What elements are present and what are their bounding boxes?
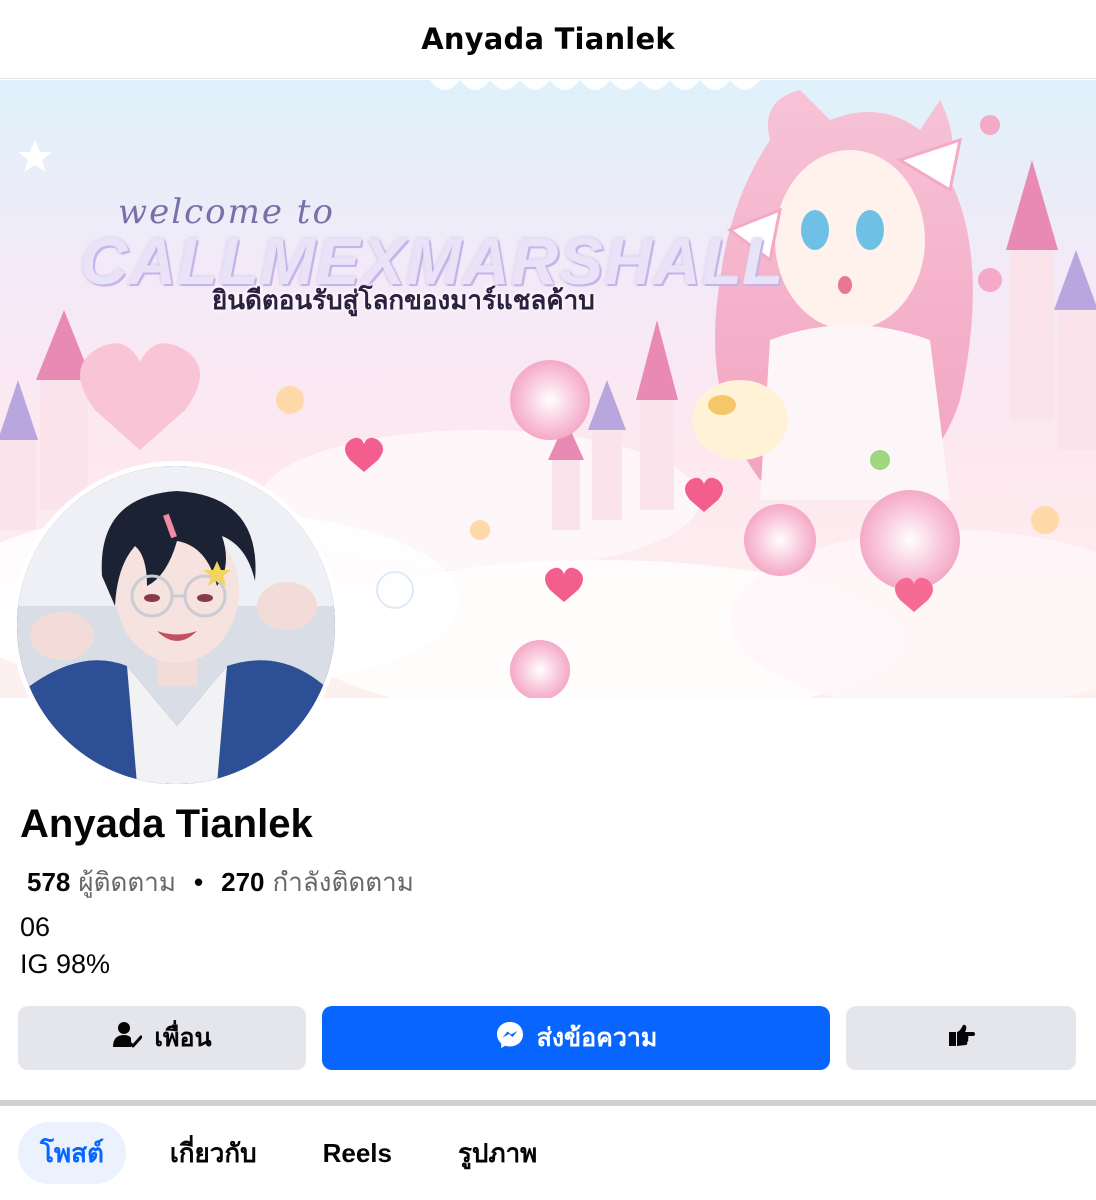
hand-pointing-icon (946, 1020, 976, 1057)
profile-name: Anyada Tianlek (20, 802, 313, 846)
following-label[interactable]: กำลังติดตาม (273, 862, 414, 903)
friends-button-label: เพื่อน (154, 1024, 212, 1052)
message-button[interactable]: ส่งข้อความ (322, 1006, 830, 1070)
bio-line-1: 06 (20, 912, 51, 942)
avatar-image (17, 466, 335, 784)
following-count[interactable]: 270 (221, 867, 264, 898)
followers-count[interactable]: 578 (27, 867, 70, 898)
bio-line-2: IG 98% (20, 949, 111, 979)
person-check-icon (112, 1020, 143, 1057)
friends-button[interactable]: เพื่อน (18, 1006, 306, 1070)
messenger-icon (495, 1020, 525, 1057)
more-actions-button[interactable] (846, 1006, 1076, 1070)
tab-posts[interactable]: โพสต์ (18, 1122, 126, 1184)
cover-thai-text: ยินดีตอนรับสู่โลกของมาร์แชลค้าบ (212, 285, 595, 315)
follow-stats: 578 ผู้ติดตาม • 270 กำลังติดตาม (27, 862, 414, 903)
followers-label[interactable]: ผู้ติดตาม (78, 862, 176, 903)
message-button-label: ส่งข้อความ (536, 1024, 658, 1052)
tab-about[interactable]: เกี่ยวกับ (148, 1122, 279, 1184)
top-bar: Anyada Tianlek (0, 0, 1096, 79)
tab-photos[interactable]: รูปภาพ (436, 1122, 559, 1184)
page-title: Anyada Tianlek (421, 22, 675, 56)
section-divider (0, 1100, 1096, 1106)
tab-reels[interactable]: Reels (301, 1122, 414, 1184)
stats-separator: • (194, 867, 204, 897)
profile-avatar[interactable] (12, 461, 340, 789)
profile-tabs: โพสต์ เกี่ยวกับ Reels รูปภาพ (18, 1122, 559, 1184)
